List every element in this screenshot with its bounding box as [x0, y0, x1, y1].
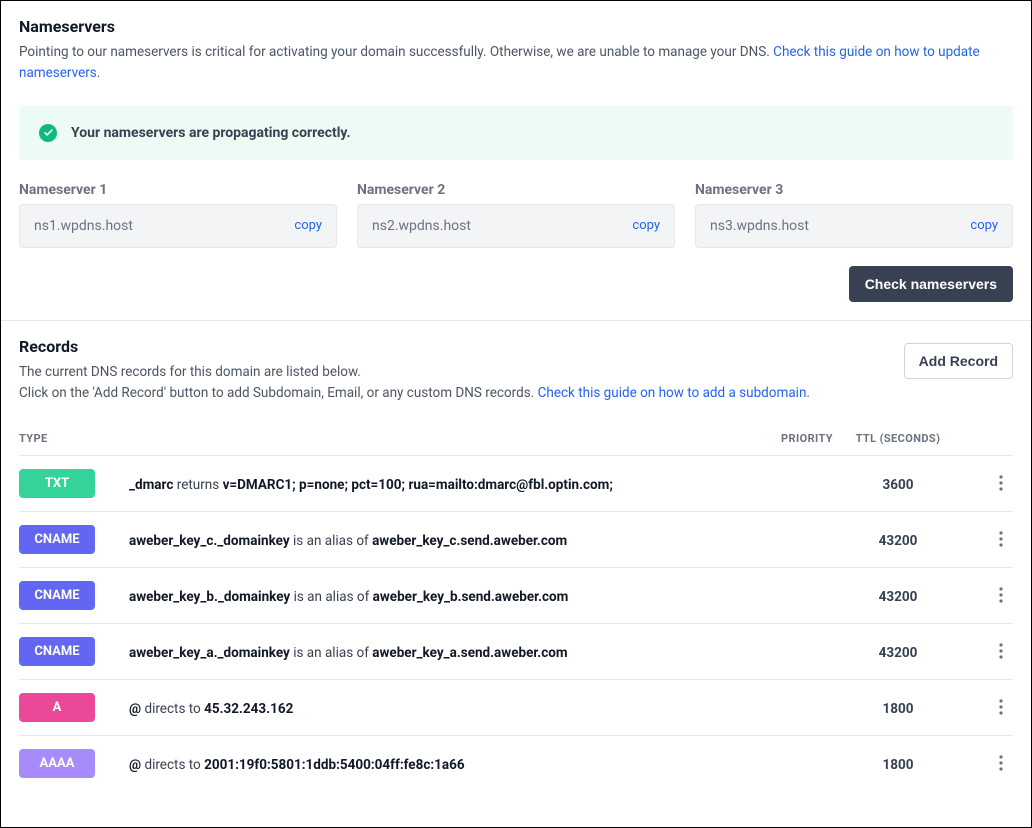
table-row: CNAME aweber_key_b._domainkey is an alias…: [19, 567, 1013, 623]
nameserver-col: Nameserver 2 ns2.wpdns.host copy: [357, 182, 675, 248]
nameserver-label: Nameserver 2: [357, 182, 675, 198]
records-desc1: The current DNS records for this domain …: [19, 362, 890, 383]
record-value: aweber_key_c._domainkey is an alias of a…: [129, 533, 567, 549]
records-guide-link[interactable]: Check this guide on how to add a subdoma…: [538, 385, 807, 401]
nameservers-section: Nameservers Pointing to our nameservers …: [1, 1, 1031, 320]
records-desc2-suffix: .: [806, 385, 810, 401]
nameserver-field: ns2.wpdns.host copy: [357, 204, 675, 248]
table-row: A @ directs to 45.32.243.162 1800: [19, 679, 1013, 735]
records-desc2-text: Click on the 'Add Record' button to add …: [19, 385, 538, 401]
record-type-badge: CNAME: [19, 581, 95, 610]
record-value: aweber_key_b._domainkey is an alias of a…: [129, 589, 568, 605]
th-priority: PRIORITY: [753, 432, 833, 445]
record-ttl: 1800: [883, 701, 914, 717]
nameserver-field: ns1.wpdns.host copy: [19, 204, 337, 248]
nameserver-actions: Check nameservers: [19, 266, 1013, 302]
nameserver-label: Nameserver 3: [695, 182, 1013, 198]
record-type-badge: A: [19, 693, 95, 722]
nameservers-desc: Pointing to our nameservers is critical …: [19, 42, 1013, 84]
record-ttl: 1800: [883, 757, 914, 773]
record-type-badge: TXT: [19, 469, 95, 498]
more-vertical-icon[interactable]: [989, 583, 1013, 607]
table-head: TYPE PRIORITY TTL (SECONDS): [19, 418, 1013, 455]
more-vertical-icon[interactable]: [989, 751, 1013, 775]
more-vertical-icon[interactable]: [989, 471, 1013, 495]
records-table: TYPE PRIORITY TTL (SECONDS) TXT _dmarc re…: [19, 418, 1013, 791]
records-header: Records The current DNS records for this…: [19, 337, 1013, 404]
nameserver-field: ns3.wpdns.host copy: [695, 204, 1013, 248]
table-row: AAAA @ directs to 2001:19f0:5801:1ddb:540…: [19, 735, 1013, 791]
nameservers-desc-text: Pointing to our nameservers is critical …: [19, 44, 773, 60]
records-desc2: Click on the 'Add Record' button to add …: [19, 383, 890, 404]
nameserver-value: ns3.wpdns.host: [710, 218, 809, 234]
record-ttl: 43200: [879, 589, 918, 605]
nameserver-value: ns1.wpdns.host: [34, 218, 133, 234]
copy-link[interactable]: copy: [294, 218, 322, 233]
propagation-alert: Your nameservers are propagating correct…: [19, 106, 1013, 160]
nameserver-value: ns2.wpdns.host: [372, 218, 471, 234]
nameserver-col: Nameserver 3 ns3.wpdns.host copy: [695, 182, 1013, 248]
record-value: @ directs to 45.32.243.162: [129, 701, 293, 717]
table-row: TXT _dmarc returns v=DMARC1; p=none; pct=…: [19, 455, 1013, 511]
check-nameservers-button[interactable]: Check nameservers: [849, 266, 1013, 302]
record-ttl: 3600: [883, 477, 914, 493]
records-section: Records The current DNS records for this…: [1, 320, 1031, 809]
record-ttl: 43200: [879, 645, 918, 661]
copy-link[interactable]: copy: [632, 218, 660, 233]
more-vertical-icon[interactable]: [989, 639, 1013, 663]
record-type-badge: AAAA: [19, 749, 95, 778]
record-value: @ directs to 2001:19f0:5801:1ddb:5400:04…: [129, 757, 465, 773]
copy-link[interactable]: copy: [970, 218, 998, 233]
record-type-badge: CNAME: [19, 637, 95, 666]
table-row: CNAME aweber_key_a._domainkey is an alias…: [19, 623, 1013, 679]
alert-text: Your nameservers are propagating correct…: [71, 125, 351, 141]
record-ttl: 43200: [879, 533, 918, 549]
records-title: Records: [19, 337, 890, 356]
nameserver-label: Nameserver 1: [19, 182, 337, 198]
more-vertical-icon[interactable]: [989, 527, 1013, 551]
add-record-button[interactable]: Add Record: [904, 343, 1013, 379]
records-header-text: Records The current DNS records for this…: [19, 337, 890, 404]
nameserver-grid: Nameserver 1 ns1.wpdns.host copy Nameser…: [19, 182, 1013, 248]
check-circle-icon: [39, 124, 57, 142]
record-value: aweber_key_a._domainkey is an alias of a…: [129, 645, 568, 661]
nameservers-title: Nameservers: [19, 17, 1013, 36]
nameservers-desc-suffix: .: [97, 65, 101, 81]
more-vertical-icon[interactable]: [989, 695, 1013, 719]
record-value: _dmarc returns v=DMARC1; p=none; pct=100…: [129, 477, 613, 493]
record-type-badge: CNAME: [19, 525, 95, 554]
table-row: CNAME aweber_key_c._domainkey is an alias…: [19, 511, 1013, 567]
nameserver-col: Nameserver 1 ns1.wpdns.host copy: [19, 182, 337, 248]
th-ttl: TTL (SECONDS): [833, 432, 963, 445]
th-type: TYPE: [19, 432, 129, 445]
